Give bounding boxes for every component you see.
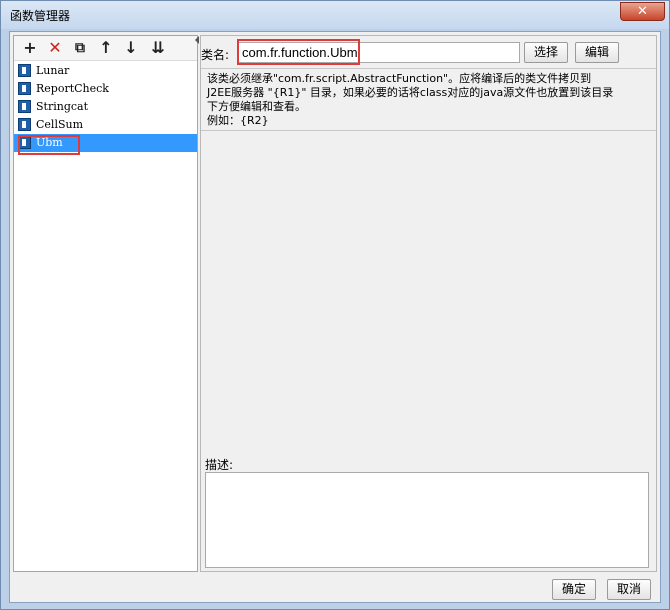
move-down-icon[interactable]: ↓ bbox=[121, 38, 141, 58]
sort-icon[interactable]: ⇊ bbox=[148, 38, 168, 58]
list-item-ubm[interactable]: Ubm bbox=[14, 134, 197, 152]
select-button[interactable]: 选择 bbox=[524, 42, 568, 63]
class-name-field[interactable]: com.fr.function.Ubm bbox=[237, 42, 520, 63]
window-title: 函数管理器 bbox=[10, 9, 71, 23]
list-item-cellsum[interactable]: CellSum bbox=[14, 116, 197, 134]
function-file-icon bbox=[18, 100, 31, 113]
ok-button[interactable]: 确定 bbox=[552, 579, 596, 600]
collapse-arrow-icon[interactable] bbox=[195, 36, 199, 44]
function-list-panel: + ✕ ⧉ ↑ ↓ ⇊ Lunar ReportCheck Stringcat … bbox=[13, 35, 198, 572]
function-file-icon bbox=[18, 64, 31, 77]
description-label: 描述: bbox=[205, 458, 234, 472]
help-text: 该类必须继承"com.fr.script.AbstractFunction"。应… bbox=[201, 68, 656, 131]
function-detail-panel: 类名: com.fr.function.Ubm 选择 编辑 该类必须继承"com… bbox=[200, 35, 657, 572]
delete-icon[interactable]: ✕ bbox=[45, 38, 65, 58]
list-item-reportcheck[interactable]: ReportCheck bbox=[14, 80, 197, 98]
list-item-label: Lunar bbox=[36, 64, 70, 77]
add-icon[interactable]: + bbox=[20, 38, 40, 58]
move-up-icon[interactable]: ↑ bbox=[96, 38, 116, 58]
help-line-3: 下方便编辑和查看。 bbox=[207, 100, 306, 113]
list-item-lunar[interactable]: Lunar bbox=[14, 62, 197, 80]
class-name-label: 类名: bbox=[201, 48, 230, 62]
function-manager-dialog: 函数管理器 ✕ + ✕ ⧉ ↑ ↓ ⇊ Lunar ReportCheck St… bbox=[0, 0, 670, 610]
function-file-icon bbox=[18, 118, 31, 131]
list-item-label: CellSum bbox=[36, 118, 84, 131]
help-line-4: 例如：{R2} bbox=[207, 114, 269, 127]
title-bar: 函数管理器 ✕ bbox=[1, 1, 669, 29]
function-list: Lunar ReportCheck Stringcat CellSum Ubm bbox=[14, 62, 197, 152]
list-toolbar: + ✕ ⧉ ↑ ↓ ⇊ bbox=[14, 36, 197, 61]
cancel-button[interactable]: 取消 bbox=[607, 579, 651, 600]
description-textarea[interactable] bbox=[205, 472, 649, 568]
help-line-2: J2EE服务器 "{R1}" 目录，如果必要的话将class对应的java源文件… bbox=[207, 86, 614, 99]
function-file-icon bbox=[18, 82, 31, 95]
close-button[interactable]: ✕ bbox=[620, 2, 665, 21]
dialog-body: + ✕ ⧉ ↑ ↓ ⇊ Lunar ReportCheck Stringcat … bbox=[9, 31, 661, 603]
list-item-label: Stringcat bbox=[36, 100, 88, 113]
edit-button[interactable]: 编辑 bbox=[575, 42, 619, 63]
function-file-icon bbox=[18, 136, 31, 149]
copy-icon[interactable]: ⧉ bbox=[70, 38, 90, 58]
help-line-1: 该类必须继承"com.fr.script.AbstractFunction"。应… bbox=[207, 72, 592, 85]
list-item-label: Ubm bbox=[36, 136, 63, 149]
list-item-label: ReportCheck bbox=[36, 82, 109, 95]
list-item-stringcat[interactable]: Stringcat bbox=[14, 98, 197, 116]
